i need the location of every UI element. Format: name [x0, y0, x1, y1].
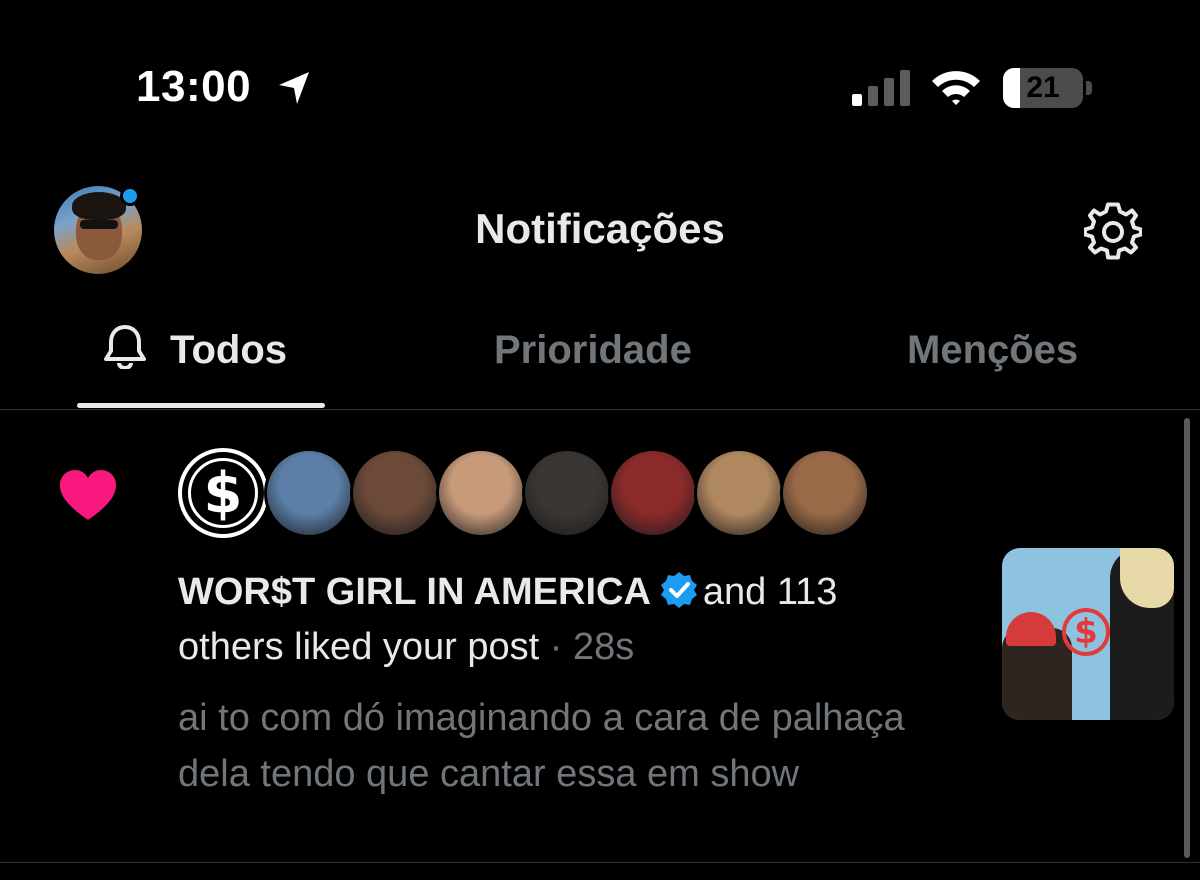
header-divider: [0, 409, 1200, 410]
liker-avatar[interactable]: [780, 448, 870, 538]
others-count: and 113: [702, 571, 838, 613]
active-tab-indicator: [77, 403, 325, 408]
user-name-link[interactable]: WOR$T GIRL IN AMERICA: [178, 571, 651, 613]
post-thumbnail[interactable]: $: [1002, 548, 1174, 720]
liker-avatar[interactable]: [264, 448, 354, 538]
battery-level: 21: [1026, 71, 1060, 104]
scrollbar[interactable]: [1184, 418, 1190, 858]
dollar-sign-icon: $: [188, 458, 258, 528]
notifications-screen: 13:00 21 Notificações Todos Prioridade M…: [0, 0, 1200, 880]
notification-action: others liked your post: [178, 626, 540, 668]
heart-icon: [60, 470, 116, 520]
location-arrow-icon: [279, 72, 309, 104]
tab-prioridade-label: Prioridade: [494, 328, 692, 372]
status-time: 13:00: [136, 62, 252, 111]
liker-avatar[interactable]: [522, 448, 612, 538]
bell-icon: [104, 325, 146, 369]
item-divider: [0, 862, 1200, 863]
notification-headline: WOR$T GIRL IN AMERICA and 113: [178, 570, 837, 614]
gear-icon[interactable]: [1084, 202, 1142, 260]
thumbnail-dollar-icon: $: [1062, 608, 1110, 656]
tab-prioridade[interactable]: Prioridade: [494, 322, 692, 382]
tab-todos[interactable]: Todos: [102, 322, 287, 382]
notification-time: 28s: [572, 626, 635, 668]
battery-nub: [1086, 81, 1092, 95]
tab-mencoes[interactable]: Menções: [907, 322, 1078, 382]
liker-avatar[interactable]: [694, 448, 784, 538]
verified-badge-icon: [660, 572, 697, 608]
post-preview-text: ai to com dó imaginando a cara de palhaç…: [178, 697, 905, 795]
liker-avatar[interactable]: [350, 448, 440, 538]
page-title: Notificações: [475, 205, 725, 252]
liker-avatar[interactable]: [436, 448, 526, 538]
tab-todos-label: Todos: [170, 328, 288, 372]
cellular-signal-icon: [852, 70, 910, 106]
time-separator: ·: [549, 626, 563, 668]
tab-mencoes-label: Menções: [907, 328, 1079, 372]
wifi-icon: [932, 71, 980, 105]
dollar-logo-avatar[interactable]: $: [178, 448, 268, 538]
notification-action-line: others liked your post · 28s: [178, 626, 634, 669]
thumbnail-cap: [1006, 612, 1056, 646]
liker-avatar[interactable]: [608, 448, 698, 538]
battery-indicator: 21: [1003, 68, 1083, 108]
unread-dot-badge: [120, 186, 140, 206]
thumbnail-hair: [1120, 548, 1174, 608]
